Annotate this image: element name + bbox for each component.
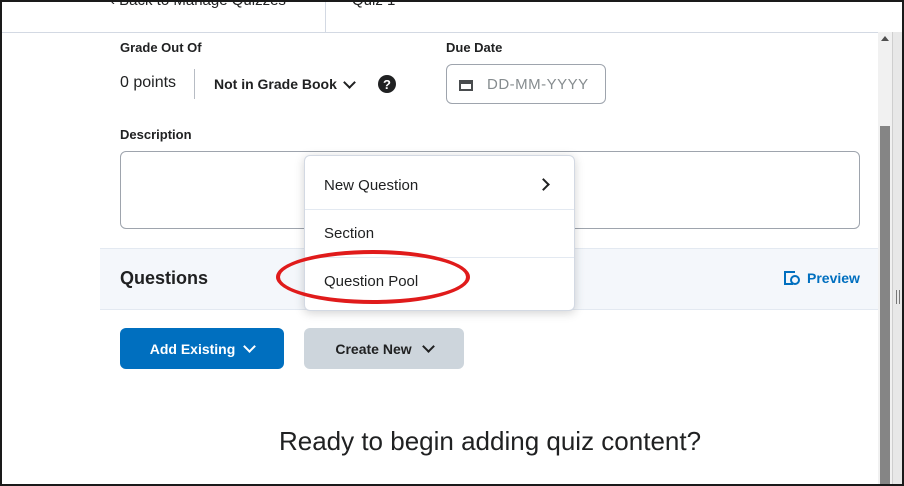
chevron-down-icon [421, 340, 435, 353]
scrollbar-thumb[interactable] [880, 126, 890, 484]
app-frame: ‹ Back to Manage Quizzes Quiz 1 Grade Ou… [0, 0, 904, 486]
grade-divider [194, 69, 195, 99]
resize-grip-icon[interactable] [896, 290, 900, 304]
panel-resize-gutter[interactable] [892, 32, 902, 484]
due-date-placeholder: DD-MM-YYYY [487, 75, 589, 93]
preview-icon [784, 270, 800, 286]
create-new-menu: New Question Section Question Pool [304, 155, 575, 311]
add-existing-label: Add Existing [149, 340, 236, 357]
vertical-scrollbar[interactable] [878, 32, 892, 484]
menu-item-section[interactable]: Section [305, 209, 574, 257]
questions-title: Questions [120, 268, 209, 288]
chevron-down-icon [243, 340, 257, 353]
menu-item-label: Question Pool [324, 272, 419, 290]
preview-button[interactable]: Preview [784, 270, 860, 286]
points-value: 0 points [120, 74, 177, 91]
preview-label: Preview [807, 270, 860, 286]
menu-item-label: New Question [324, 176, 419, 194]
empty-state-message: Ready to begin adding quiz content? [278, 426, 702, 456]
menu-item-new-question[interactable]: New Question [305, 161, 574, 209]
menu-item-label: Section [324, 224, 375, 242]
top-bar: ‹ Back to Manage Quizzes Quiz 1 [2, 2, 902, 33]
grade-book-dropdown[interactable]: Not in Grade Book [214, 75, 356, 92]
create-new-button[interactable]: Create New [304, 328, 464, 369]
due-date-label: Due Date [446, 40, 503, 55]
calendar-icon [459, 78, 473, 91]
grade-out-of-label: Grade Out Of [120, 40, 202, 55]
chevron-right-icon [537, 178, 550, 191]
grade-book-dropdown-label: Not in Grade Book [214, 76, 337, 92]
add-existing-button[interactable]: Add Existing [120, 328, 284, 369]
menu-item-question-pool[interactable]: Question Pool [305, 257, 574, 305]
create-new-label: Create New [335, 340, 412, 357]
topbar-divider [325, 2, 326, 32]
back-to-manage-quizzes-link[interactable]: ‹ Back to Manage Quizzes [110, 2, 286, 9]
scroll-up-arrow-icon[interactable] [881, 36, 889, 41]
description-label: Description [120, 127, 192, 142]
help-icon[interactable]: ? [378, 75, 396, 93]
quiz-title: Quiz 1 [352, 0, 396, 9]
chevron-down-icon [343, 75, 356, 89]
due-date-input[interactable]: DD-MM-YYYY [446, 64, 606, 104]
